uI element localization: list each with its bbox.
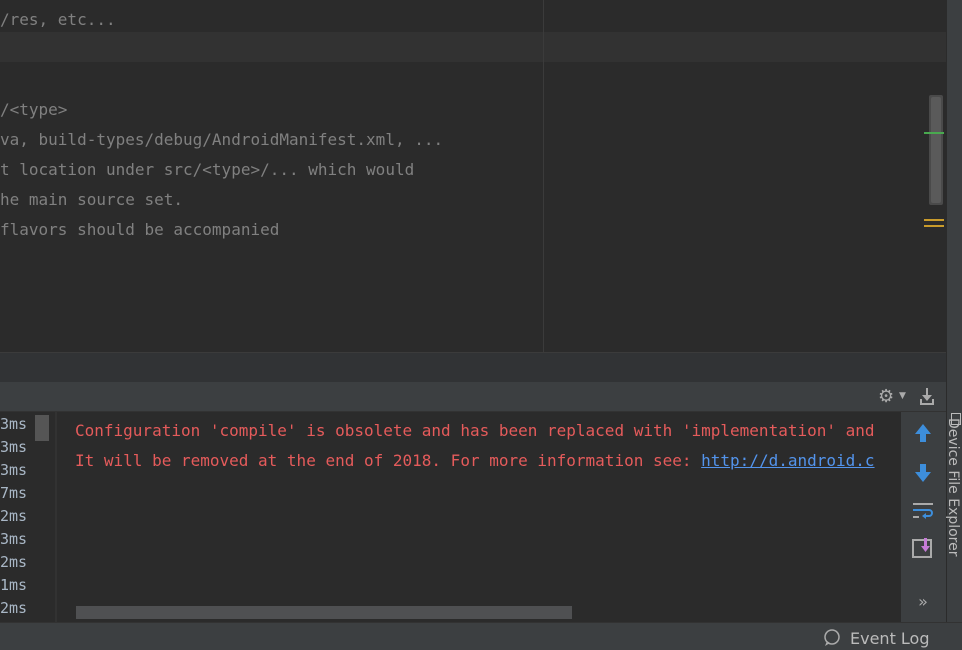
gear-icon[interactable]: ⚙ (878, 386, 894, 407)
code-line: va, build-types/debug/AndroidManifest.xm… (0, 130, 444, 149)
code-line: /res, etc... (0, 10, 116, 29)
build-panel-header: ⚙ ▼ (0, 382, 946, 412)
code-line: /<type> (0, 100, 68, 119)
timing-value: 1ms (0, 576, 28, 594)
editor-vertical-scrollbar[interactable] (929, 95, 943, 205)
timing-value: 3ms (0, 461, 28, 479)
timing-value: 3ms (0, 438, 28, 456)
current-line-highlight (0, 32, 946, 62)
console-error-line: It will be removed at the end of 2018. F… (75, 451, 875, 470)
console-error-line: Configuration 'compile' is obsolete and … (75, 421, 875, 440)
chevron-down-icon[interactable]: ▼ (899, 391, 906, 401)
build-tree-timings[interactable]: 3ms 3ms 3ms 7ms 2ms 3ms 2ms 1ms 2ms (0, 412, 56, 622)
tree-scrollbar[interactable] (35, 415, 49, 441)
timing-value: 2ms (0, 507, 28, 525)
console-toolbar: » (901, 412, 946, 622)
arrow-down-icon[interactable] (909, 458, 937, 486)
code-line: he main source set. (0, 190, 184, 209)
docs-link[interactable]: http://d.android.c (701, 451, 874, 470)
timing-value: 2ms (0, 553, 28, 571)
code-line: flavors should be accompanied (0, 220, 280, 239)
editor-bottom-gutter (0, 352, 946, 382)
speech-bubble-icon[interactable] (822, 629, 840, 647)
change-marker[interactable] (924, 132, 944, 134)
timing-value: 3ms (0, 415, 28, 433)
soft-wrap-icon[interactable] (909, 496, 937, 524)
code-line: t location under src/<type>/... which wo… (0, 160, 415, 179)
console-horizontal-scrollbar[interactable] (76, 606, 572, 619)
status-bar: Event Log (0, 622, 962, 650)
timing-value: 3ms (0, 530, 28, 548)
arrow-up-icon[interactable] (909, 420, 937, 448)
scroll-to-end-icon[interactable] (909, 534, 937, 562)
more-actions-button[interactable]: » (909, 592, 937, 620)
warning-marker[interactable] (924, 225, 944, 227)
timing-value: 7ms (0, 484, 28, 502)
device-file-explorer-tab[interactable]: Device File Explorer (945, 418, 961, 557)
right-margin-guide (543, 0, 544, 352)
event-log-button[interactable]: Event Log (850, 629, 930, 648)
right-tool-strip: Device File Explorer (945, 0, 962, 622)
timing-value: 2ms (0, 599, 28, 617)
console-error-text: It will be removed at the end of 2018. F… (75, 451, 702, 470)
editor-scroll-thumb[interactable] (931, 97, 941, 203)
warning-marker[interactable] (924, 219, 944, 221)
build-console-output[interactable]: Configuration 'compile' is obsolete and … (57, 412, 901, 622)
hide-panel-icon[interactable] (918, 386, 936, 408)
code-editor[interactable]: /res, etc... /<type> va, build-types/deb… (0, 0, 946, 352)
